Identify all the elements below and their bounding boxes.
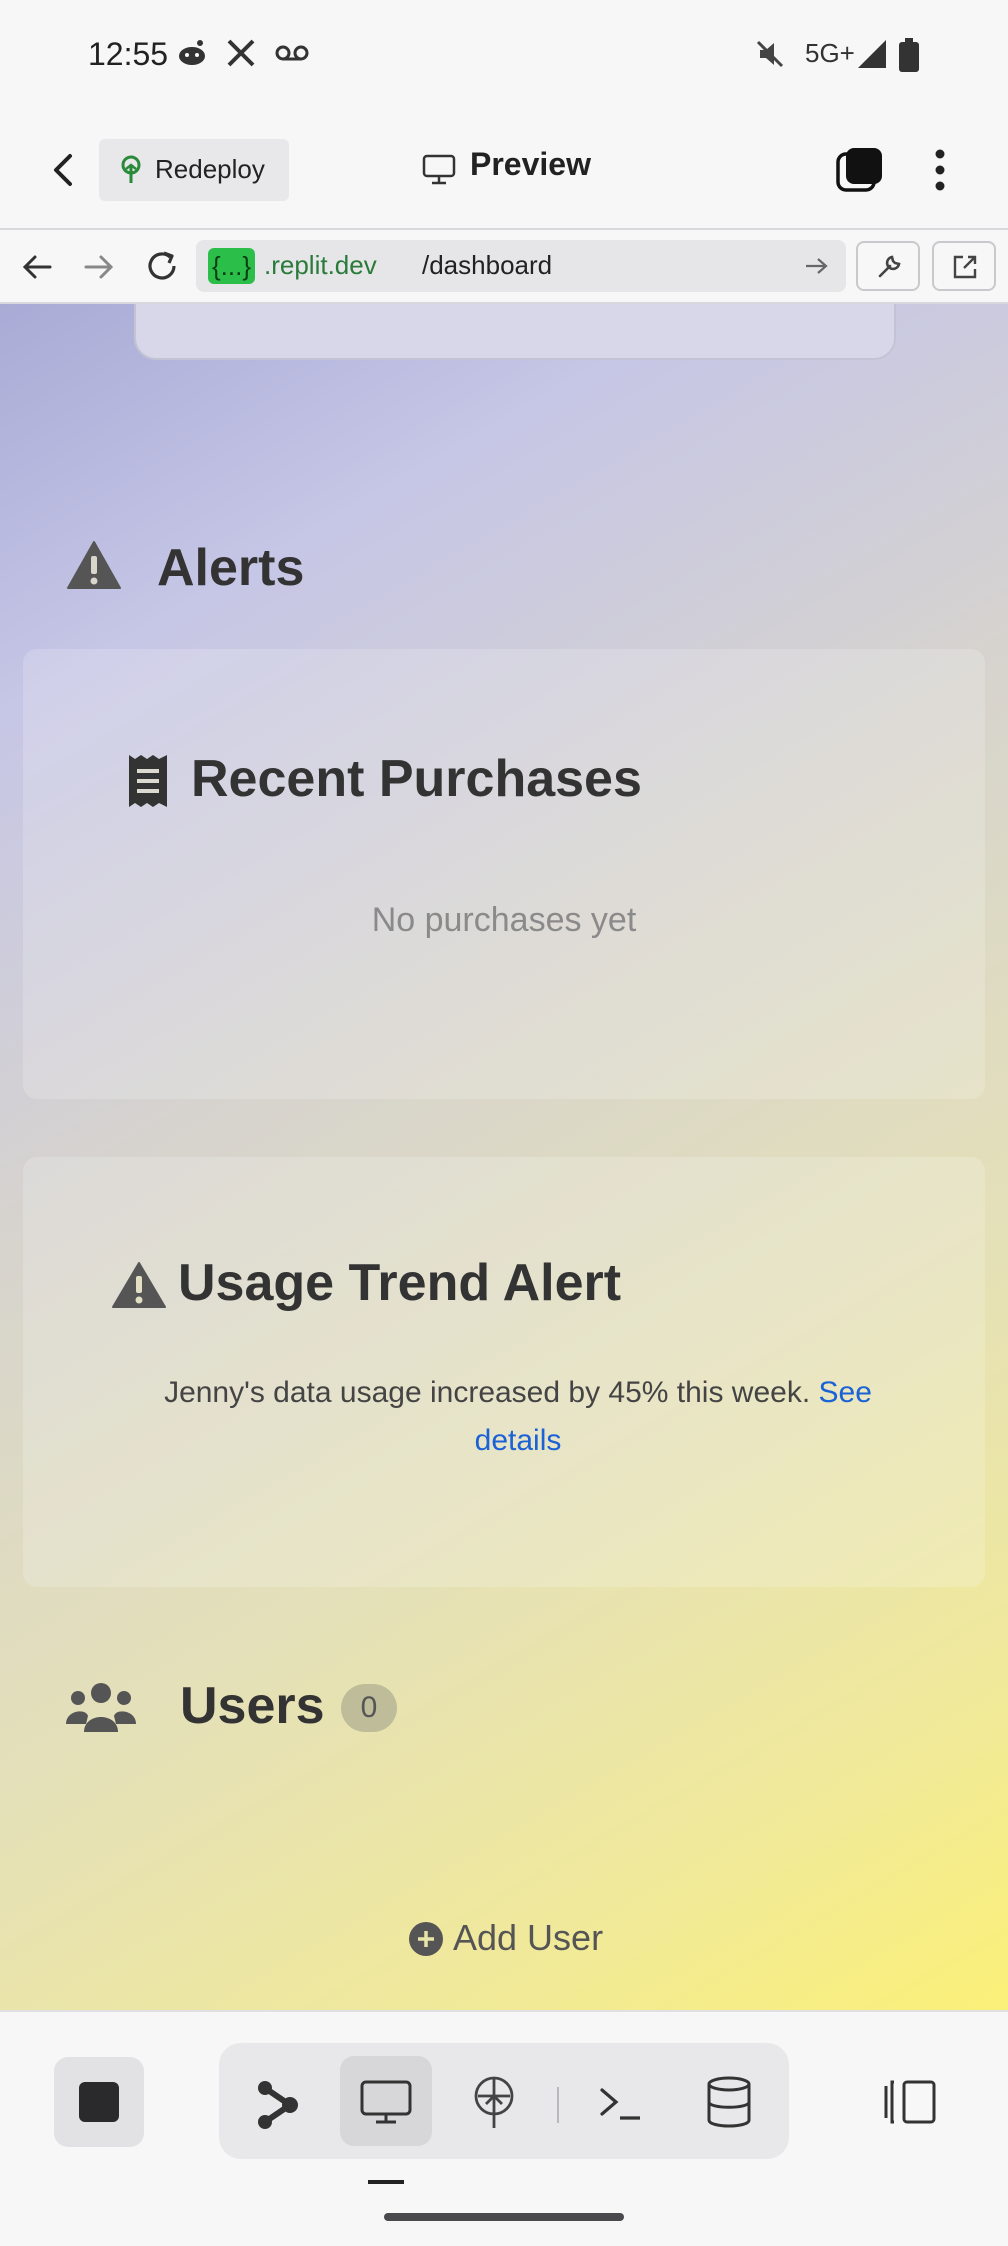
external-link-icon [953, 255, 977, 279]
network-label: 5G+ [805, 38, 855, 68]
usage-trend-message: Jenny's data usage increased by 45% this… [123, 1369, 913, 1465]
users-title: Users [180, 1677, 325, 1735]
alerts-title: Alerts [157, 539, 305, 597]
wrench-icon [878, 255, 901, 278]
monitor-icon [422, 154, 456, 185]
terminal-icon[interactable] [598, 2084, 644, 2124]
reload-icon[interactable] [144, 248, 180, 284]
tabs-icon[interactable] [836, 146, 884, 192]
x-icon [227, 39, 255, 67]
deploy-icon [121, 155, 141, 183]
url-path: /dashboard [422, 250, 553, 280]
database-icon[interactable] [706, 2076, 752, 2128]
plus-circle-icon[interactable] [408, 1921, 444, 1957]
recent-purchases-title: Recent Purchases [191, 750, 642, 808]
recent-purchases-card: Recent Purchases No purchases yet [23, 649, 985, 1099]
url-host-badge: {...} [208, 248, 256, 284]
users-icon [66, 1683, 136, 1732]
agent-icon[interactable] [256, 2080, 300, 2130]
back-arrow-icon[interactable] [48, 152, 82, 188]
split-view-icon[interactable] [882, 2078, 938, 2126]
reddit-icon [179, 40, 205, 65]
users-count-badge: 0 [341, 1684, 397, 1732]
devtools-button[interactable] [856, 241, 920, 291]
preview-title: Preview [470, 146, 591, 182]
usage-trend-text: Jenny's data usage increased by 45% this… [164, 1376, 811, 1409]
voicemail-icon [275, 45, 309, 61]
monitor-icon [360, 2080, 412, 2124]
stop-icon [79, 2082, 119, 2122]
open-external-button[interactable] [932, 241, 996, 291]
stop-button[interactable] [54, 2057, 144, 2147]
redeploy-label: Redeploy [155, 154, 265, 184]
go-arrow-icon[interactable] [804, 256, 830, 276]
signal-icon [858, 40, 886, 68]
active-tab-indicator [368, 2180, 404, 2184]
battery-icon [899, 38, 919, 72]
browser-back-icon[interactable] [20, 252, 54, 282]
home-indicator[interactable] [384, 2213, 624, 2221]
page-content: Alerts Recent Purchases No purchases yet… [0, 304, 1008, 2010]
add-user-button[interactable]: Add User [453, 1917, 603, 1959]
previous-card-bottom [134, 304, 896, 360]
url-domain: .replit.dev [264, 250, 377, 280]
warning-icon [112, 1262, 166, 1308]
receipt-icon [129, 755, 167, 807]
usage-trend-title: Usage Trend Alert [178, 1254, 622, 1312]
deployment-icon[interactable] [472, 2076, 516, 2130]
warning-icon [67, 541, 121, 589]
status-bar: 12:55 5G+ [0, 0, 1008, 110]
browser-forward-icon[interactable] [82, 252, 116, 282]
mute-icon [756, 40, 784, 68]
no-purchases-text: No purchases yet [371, 901, 637, 939]
more-options-icon[interactable] [930, 148, 950, 192]
usage-trend-card: Usage Trend Alert Jenny's data usage inc… [23, 1157, 985, 1587]
status-time: 12:55 [88, 36, 169, 72]
toolbar-divider [557, 2087, 559, 2123]
redeploy-button[interactable]: Redeploy [99, 139, 289, 201]
